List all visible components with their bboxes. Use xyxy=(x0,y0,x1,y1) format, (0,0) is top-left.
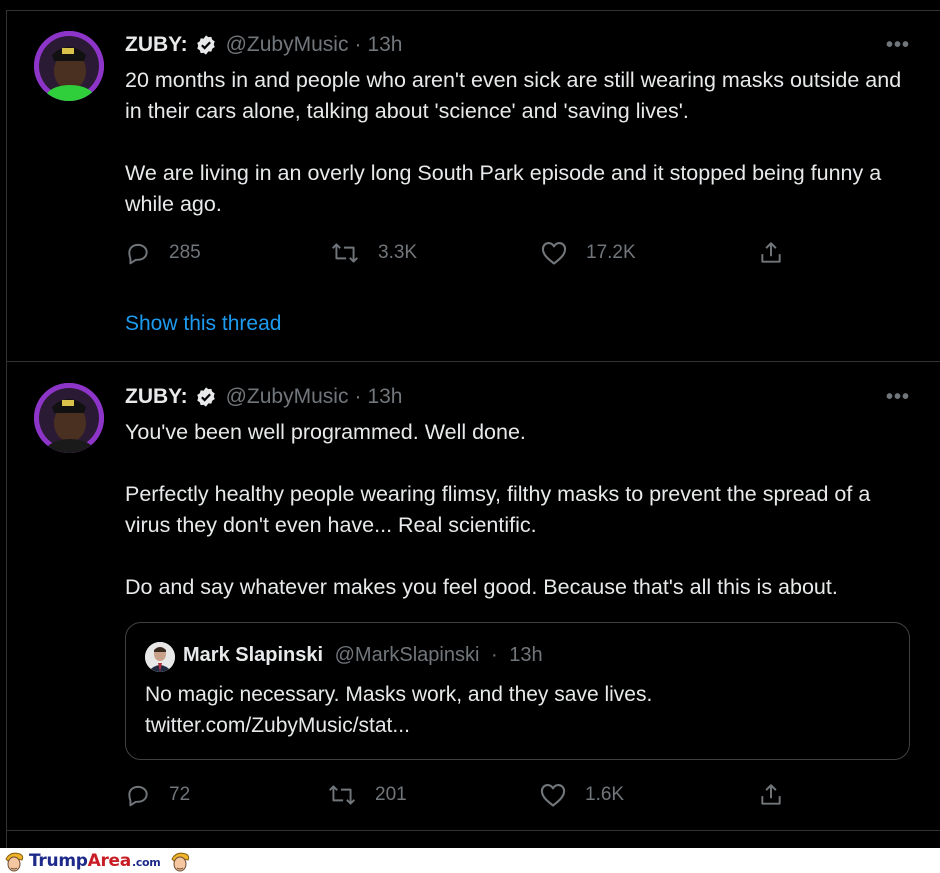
tweet-paragraph: 20 months in and people who aren't even … xyxy=(125,68,902,123)
quoted-author-name: Mark Slapinski xyxy=(183,644,324,666)
trump-head-icon xyxy=(5,852,24,871)
logo-area: Area xyxy=(87,850,132,871)
watermark-bar: TrumpArea.com xyxy=(0,848,940,873)
logo-text: TrumpArea.com xyxy=(29,850,161,871)
retweet-count: 201 xyxy=(375,784,407,805)
site-logo: TrumpArea.com xyxy=(2,848,192,873)
reply-count: 285 xyxy=(169,242,201,263)
retweet-button[interactable]: 3.3K xyxy=(330,240,417,266)
retweet-icon xyxy=(328,785,356,805)
action-bar: 72 201 1.6K xyxy=(125,782,805,812)
reply-button[interactable]: 285 xyxy=(125,240,201,266)
retweet-count: 3.3K xyxy=(378,242,418,263)
heart-icon xyxy=(540,784,566,807)
verified-badge-icon xyxy=(196,35,215,55)
show-thread-link[interactable]: Show this thread xyxy=(125,312,281,336)
author-name[interactable]: ZUBY: xyxy=(125,385,188,409)
trump-head-icon xyxy=(171,852,190,871)
tweet-text: You've been well programmed. Well done. … xyxy=(125,417,915,603)
quoted-author-handle: @MarkSlapinski xyxy=(334,644,480,666)
author-handle[interactable]: @ZubyMusic xyxy=(226,385,349,409)
avatar[interactable] xyxy=(34,31,104,101)
tweet-header: ZUBY: @ZubyMusic · 13h xyxy=(125,385,403,409)
share-icon xyxy=(761,242,781,263)
tweet-divider xyxy=(6,830,940,831)
tweet-1[interactable]: ZUBY: @ZubyMusic · 13h ••• 20 months in … xyxy=(6,11,940,361)
reply-icon xyxy=(128,785,148,807)
action-bar: 285 3.3K 17.2K xyxy=(125,240,805,270)
tweet-paragraph: You've been well programmed. Well done. xyxy=(125,420,526,444)
tweet-header: ZUBY: @ZubyMusic · 13h xyxy=(125,33,403,57)
like-button[interactable]: 17.2K xyxy=(540,240,636,266)
like-count: 17.2K xyxy=(586,242,636,263)
share-button[interactable] xyxy=(758,240,802,266)
tweet-2[interactable]: ZUBY: @ZubyMusic · 13h ••• You've been w… xyxy=(6,362,940,830)
author-handle[interactable]: @ZubyMusic xyxy=(226,33,349,57)
tweet-text: 20 months in and people who aren't even … xyxy=(125,65,915,220)
like-count: 1.6K xyxy=(585,784,625,805)
share-button[interactable] xyxy=(758,782,802,808)
separator-dot: · xyxy=(490,644,498,666)
quoted-line: No magic necessary. Masks work, and they… xyxy=(145,683,653,706)
verified-badge-icon xyxy=(196,387,215,407)
retweet-icon xyxy=(331,243,359,263)
like-button[interactable]: 1.6K xyxy=(539,782,624,808)
quoted-tweet[interactable]: Mark Slapinski @MarkSlapinski · 13h No m… xyxy=(125,622,910,760)
reply-button[interactable]: 72 xyxy=(125,782,190,808)
tweet-paragraph: Do and say whatever makes you feel good.… xyxy=(125,575,838,599)
more-options-icon[interactable]: ••• xyxy=(886,386,910,409)
tweet-paragraph: We are living in an overly long South Pa… xyxy=(125,161,882,216)
logo-trump: Trump xyxy=(29,850,88,871)
heart-icon xyxy=(541,242,567,265)
tweet-paragraph: Perfectly healthy people wearing flimsy,… xyxy=(125,482,871,537)
quoted-header: Mark Slapinski @MarkSlapinski · 13h xyxy=(183,644,543,667)
quoted-text: No magic necessary. Masks work, and they… xyxy=(145,679,652,741)
more-options-icon[interactable]: ••• xyxy=(886,34,910,57)
timestamp[interactable]: 13h xyxy=(367,385,402,409)
separator-dot: · xyxy=(354,385,362,408)
logo-com: .com xyxy=(131,855,161,869)
quoted-link: twitter.com/ZubyMusic/stat... xyxy=(145,714,410,737)
reply-icon xyxy=(128,243,148,265)
avatar[interactable] xyxy=(34,383,104,453)
share-icon xyxy=(761,784,781,805)
quoted-timestamp: 13h xyxy=(509,644,543,666)
reply-count: 72 xyxy=(169,784,191,805)
quoted-avatar xyxy=(145,642,175,672)
timestamp[interactable]: 13h xyxy=(367,33,402,57)
retweet-button[interactable]: 201 xyxy=(327,782,407,808)
author-name[interactable]: ZUBY: xyxy=(125,33,188,57)
separator-dot: · xyxy=(354,33,362,56)
